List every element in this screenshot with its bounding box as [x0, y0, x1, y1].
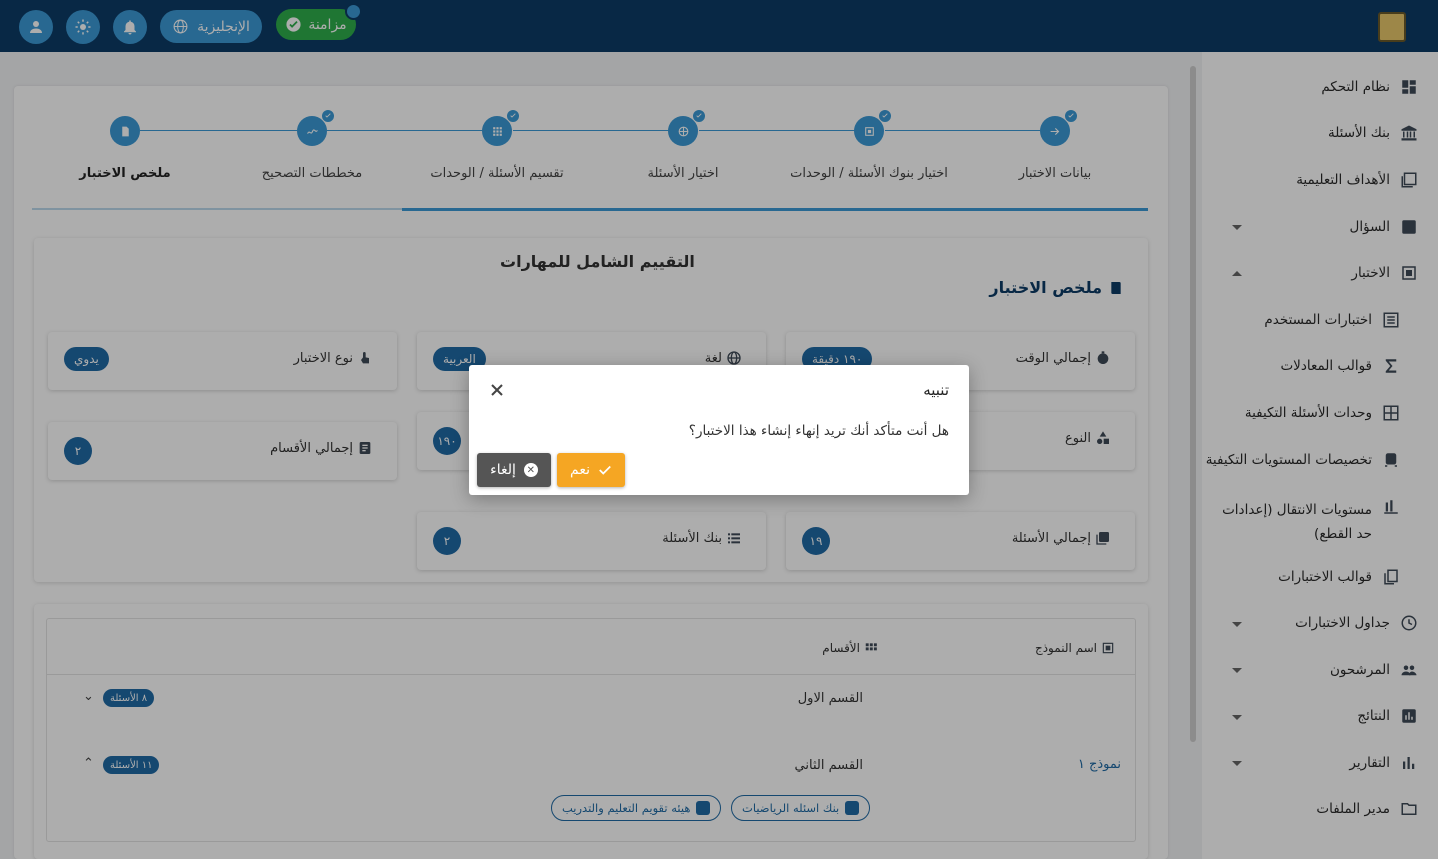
close-icon[interactable]: [489, 382, 505, 398]
cancel-circle-icon: ✕: [523, 463, 538, 477]
check-icon: [599, 465, 611, 475]
cancel-label: إلغاء: [490, 462, 516, 478]
confirm-dialog: تنبيه هل أنت متأكد أنك تريد إنهاء إنشاء …: [469, 365, 969, 495]
cancel-button[interactable]: إلغاء ✕: [477, 453, 551, 487]
confirm-label: نعم: [570, 462, 590, 478]
dialog-title: تنبيه: [923, 381, 949, 399]
dialog-message: هل أنت متأكد أنك تريد إنهاء إنشاء هذا ال…: [688, 423, 949, 439]
confirm-button[interactable]: نعم: [557, 453, 625, 487]
